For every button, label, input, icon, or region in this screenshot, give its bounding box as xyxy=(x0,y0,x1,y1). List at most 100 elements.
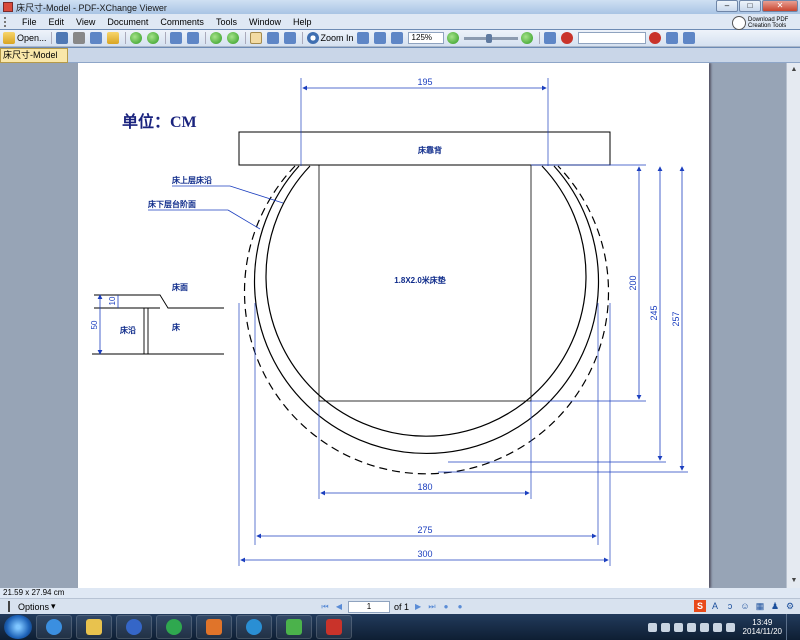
hand-icon xyxy=(249,32,262,44)
menu-comments[interactable]: Comments xyxy=(154,17,210,27)
ime-tray-icon[interactable] xyxy=(647,622,657,632)
text-select-icon xyxy=(266,32,279,44)
download-promo[interactable]: Download PDF Creation Tools xyxy=(732,14,796,31)
menu-help[interactable]: Help xyxy=(287,17,318,27)
menu-tools[interactable]: Tools xyxy=(210,17,243,27)
close-button[interactable]: ✕ xyxy=(762,0,798,12)
ime-mode-icon[interactable]: A xyxy=(709,600,721,612)
menu-edit[interactable]: Edit xyxy=(43,17,71,27)
back-view-icon[interactable]: ● xyxy=(441,602,451,612)
dim-inner-length: 245 xyxy=(649,305,659,320)
promo-line-2: Creation Tools xyxy=(748,22,787,29)
taskbar-qq[interactable] xyxy=(236,615,272,639)
system-tray: 13:49 2014/11/20 xyxy=(647,614,800,640)
zoom-plus-button[interactable] xyxy=(520,31,535,45)
vertical-scrollbar[interactable]: ▲ ▼ xyxy=(786,63,800,588)
find-button[interactable] xyxy=(648,31,663,45)
pdf-page: 单位：CM 床靠背 1.8X2.0米床垫 床上层床沿 床下层台阶面 195 18… xyxy=(78,63,709,588)
ime-punct-icon[interactable]: ↄ xyxy=(724,600,736,612)
dim-mattress-length: 200 xyxy=(628,275,638,290)
lower-step-arc xyxy=(243,165,610,475)
highlight-button[interactable] xyxy=(665,31,680,45)
rotate-left-button[interactable] xyxy=(209,31,224,45)
fit-page-button[interactable] xyxy=(373,31,388,45)
redo-button[interactable] xyxy=(186,31,201,45)
open-button[interactable]: Open... xyxy=(3,31,47,45)
folder-icon xyxy=(86,619,102,635)
taskbar-pdf[interactable] xyxy=(316,615,352,639)
clock[interactable]: 13:49 2014/11/20 xyxy=(743,618,782,636)
upper-edge-label: 床上层床沿 xyxy=(172,175,212,185)
menu-document[interactable]: Document xyxy=(101,17,154,27)
next-page-icon[interactable]: ▶ xyxy=(413,602,423,612)
select-text-button[interactable] xyxy=(266,31,281,45)
fit-page-icon xyxy=(373,32,386,44)
grip-icon xyxy=(8,601,16,612)
taskbar-ie[interactable] xyxy=(36,615,72,639)
menu-file[interactable]: File xyxy=(16,17,43,27)
ime-emoji-icon[interactable]: ☺ xyxy=(739,600,751,612)
dim-outer-width: 300 xyxy=(417,549,432,559)
show-desktop-button[interactable] xyxy=(786,614,796,640)
ime-logo-icon[interactable]: S xyxy=(694,600,706,612)
menu-view[interactable]: View xyxy=(70,17,101,27)
rotate-right-button[interactable] xyxy=(226,31,241,45)
zoom-slider[interactable] xyxy=(463,33,518,43)
undo-button[interactable] xyxy=(169,31,184,45)
scan-button[interactable] xyxy=(89,31,104,45)
search-input[interactable] xyxy=(577,32,646,44)
ime-skin-icon[interactable]: ♟ xyxy=(769,600,781,612)
print-button[interactable] xyxy=(72,31,87,45)
slider-knob[interactable] xyxy=(485,33,492,43)
hand-tool-button[interactable] xyxy=(249,31,264,45)
ime-settings-icon[interactable]: ⚙ xyxy=(784,600,796,612)
help-icon[interactable] xyxy=(660,622,670,632)
zoom-level-field[interactable]: 125% xyxy=(407,32,444,44)
scroll-down-icon[interactable]: ▼ xyxy=(789,576,799,586)
last-page-icon[interactable]: ⏭ xyxy=(427,602,437,612)
ime-keyboard-icon[interactable]: ▦ xyxy=(754,600,766,612)
page-number-field[interactable]: 1 xyxy=(348,600,390,613)
zoom-in-button[interactable]: Zoom In xyxy=(306,31,354,45)
forward-view-icon[interactable]: ● xyxy=(455,602,465,612)
email-button[interactable] xyxy=(106,31,121,45)
taskbar-browser[interactable] xyxy=(156,615,192,639)
volume-icon[interactable] xyxy=(686,622,696,632)
navigation-bar: Options ▾ ⏮ ◀ 1 of 1 ▶ ⏭ ● ● xyxy=(0,598,800,614)
back-arrow-icon xyxy=(129,32,142,44)
forward-button[interactable] xyxy=(146,31,161,45)
maximize-button[interactable]: □ xyxy=(739,0,761,12)
tab-document[interactable]: 床尺寸-Model xyxy=(0,48,68,63)
separator xyxy=(204,32,206,44)
actual-size-button[interactable] xyxy=(356,31,371,45)
menu-window[interactable]: Window xyxy=(243,17,287,27)
previous-page-icon[interactable]: ◀ xyxy=(334,602,344,612)
taskbar-cad[interactable] xyxy=(276,615,312,639)
undo-icon xyxy=(169,32,182,44)
save-button[interactable] xyxy=(55,31,70,45)
more-tools-button[interactable] xyxy=(682,31,697,45)
snapshot-button[interactable] xyxy=(283,31,298,45)
scroll-up-icon[interactable]: ▲ xyxy=(789,65,799,75)
start-button[interactable] xyxy=(4,615,32,639)
options-menu[interactable]: Options ▾ xyxy=(0,601,320,612)
stamp-button[interactable] xyxy=(560,31,575,45)
unit-label: 单位：CM xyxy=(122,112,197,131)
open-label: Open... xyxy=(17,33,47,43)
zoom-out-button[interactable] xyxy=(446,31,461,45)
fit-width-button[interactable] xyxy=(390,31,405,45)
back-button[interactable] xyxy=(129,31,144,45)
flag-icon[interactable] xyxy=(712,622,722,632)
taskbar-explorer[interactable] xyxy=(76,615,112,639)
dim-mattress-width: 180 xyxy=(417,482,432,492)
display-icon[interactable] xyxy=(725,622,735,632)
taskbar-office[interactable] xyxy=(196,615,232,639)
network-icon[interactable] xyxy=(673,622,683,632)
bed-drawing: 单位：CM 床靠背 1.8X2.0米床垫 床上层床沿 床下层台阶面 195 18… xyxy=(90,77,688,566)
first-page-icon[interactable]: ⏮ xyxy=(320,602,330,612)
dim-top-width: 195 xyxy=(417,77,432,87)
comment-button[interactable] xyxy=(543,31,558,45)
power-icon[interactable] xyxy=(699,622,709,632)
taskbar-media[interactable] xyxy=(116,615,152,639)
minimize-button[interactable]: – xyxy=(716,0,738,12)
